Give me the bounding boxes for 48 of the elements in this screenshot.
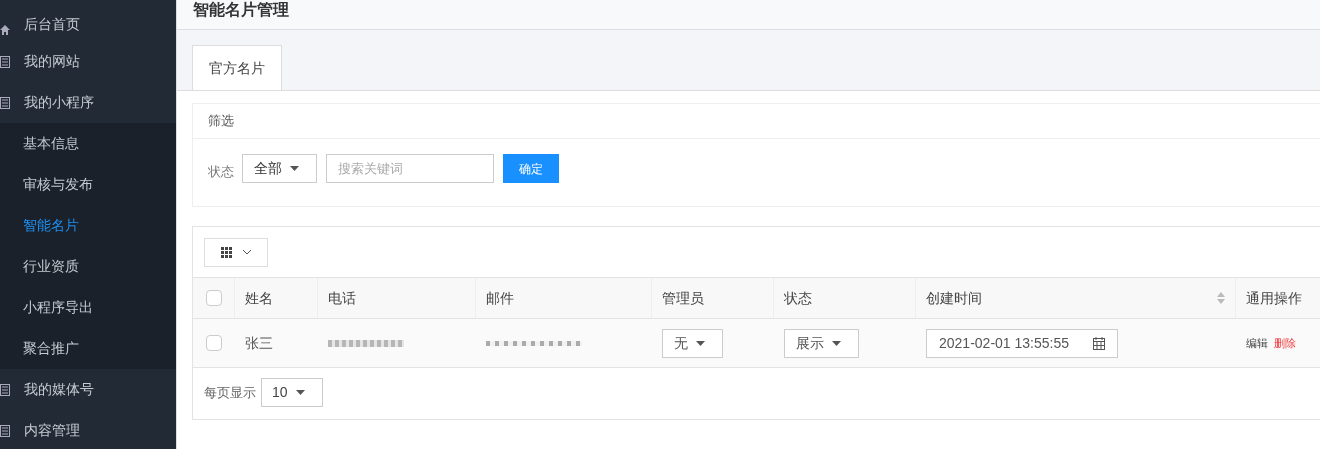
- calendar-icon: [1093, 336, 1105, 350]
- table-cell-text: 张三: [245, 333, 273, 353]
- checkbox[interactable]: [206, 335, 222, 351]
- submenu-item[interactable]: 基本信息: [0, 123, 176, 164]
- admin-dropdown[interactable]: 无: [662, 328, 723, 358]
- caret-icon: [295, 390, 305, 395]
- chevron-down-icon: [241, 249, 252, 255]
- page-size-dropdown[interactable]: 10: [261, 378, 323, 407]
- caret-icon: [696, 340, 705, 346]
- column-header: 邮件: [476, 278, 652, 318]
- submenu-item[interactable]: 小程序导出: [0, 287, 176, 328]
- document-icon: [0, 55, 10, 68]
- page-size-label: 每页显示: [204, 383, 256, 402]
- caret-icon: [290, 166, 299, 171]
- sort-icon: [1217, 292, 1225, 304]
- sidebar-item[interactable]: 我的网站: [0, 41, 176, 82]
- delete-link[interactable]: 删除: [1274, 334, 1296, 352]
- date-field[interactable]: 2021-02-01 13:55:55: [926, 328, 1118, 358]
- sidebar-item[interactable]: 我的媒体号: [0, 369, 176, 410]
- column-header: 状态: [774, 278, 916, 318]
- status-dropdown[interactable]: 全部: [242, 154, 317, 183]
- column-header: 电话: [318, 278, 476, 318]
- status-label: 状态: [208, 162, 234, 181]
- edit-link[interactable]: 编辑: [1246, 334, 1268, 352]
- tab[interactable]: 官方名片: [192, 45, 282, 91]
- column-header: 管理员: [652, 278, 774, 318]
- status-dropdown[interactable]: 展示: [784, 328, 859, 358]
- column-header: 通用操作: [1236, 278, 1320, 318]
- document-icon: [0, 383, 10, 396]
- checkbox[interactable]: [205, 290, 222, 306]
- submenu-item[interactable]: 聚合推广: [0, 328, 176, 369]
- grid-icon: [220, 246, 232, 258]
- submenu-item[interactable]: 智能名片: [0, 205, 176, 246]
- sidebar-item[interactable]: 我的小程序: [0, 82, 176, 123]
- column-header: 姓名: [235, 278, 318, 318]
- submenu-item[interactable]: 行业资质: [0, 246, 176, 287]
- column-toggle-button[interactable]: [204, 237, 268, 267]
- search-field[interactable]: 搜索关键词: [326, 154, 494, 183]
- submenu-item[interactable]: 审核与发布: [0, 164, 176, 205]
- caret-icon: [832, 340, 841, 346]
- page-title: 智能名片管理: [193, 1, 289, 19]
- home-icon: [0, 25, 10, 35]
- filter-title: 筛选: [208, 112, 234, 131]
- document-icon: [0, 96, 10, 109]
- sidebar-item[interactable]: 内容管理: [0, 410, 176, 449]
- document-icon: [0, 424, 10, 437]
- column-header: 创建时间: [916, 278, 1236, 318]
- sidebar-item[interactable]: 后台首页: [0, 0, 176, 41]
